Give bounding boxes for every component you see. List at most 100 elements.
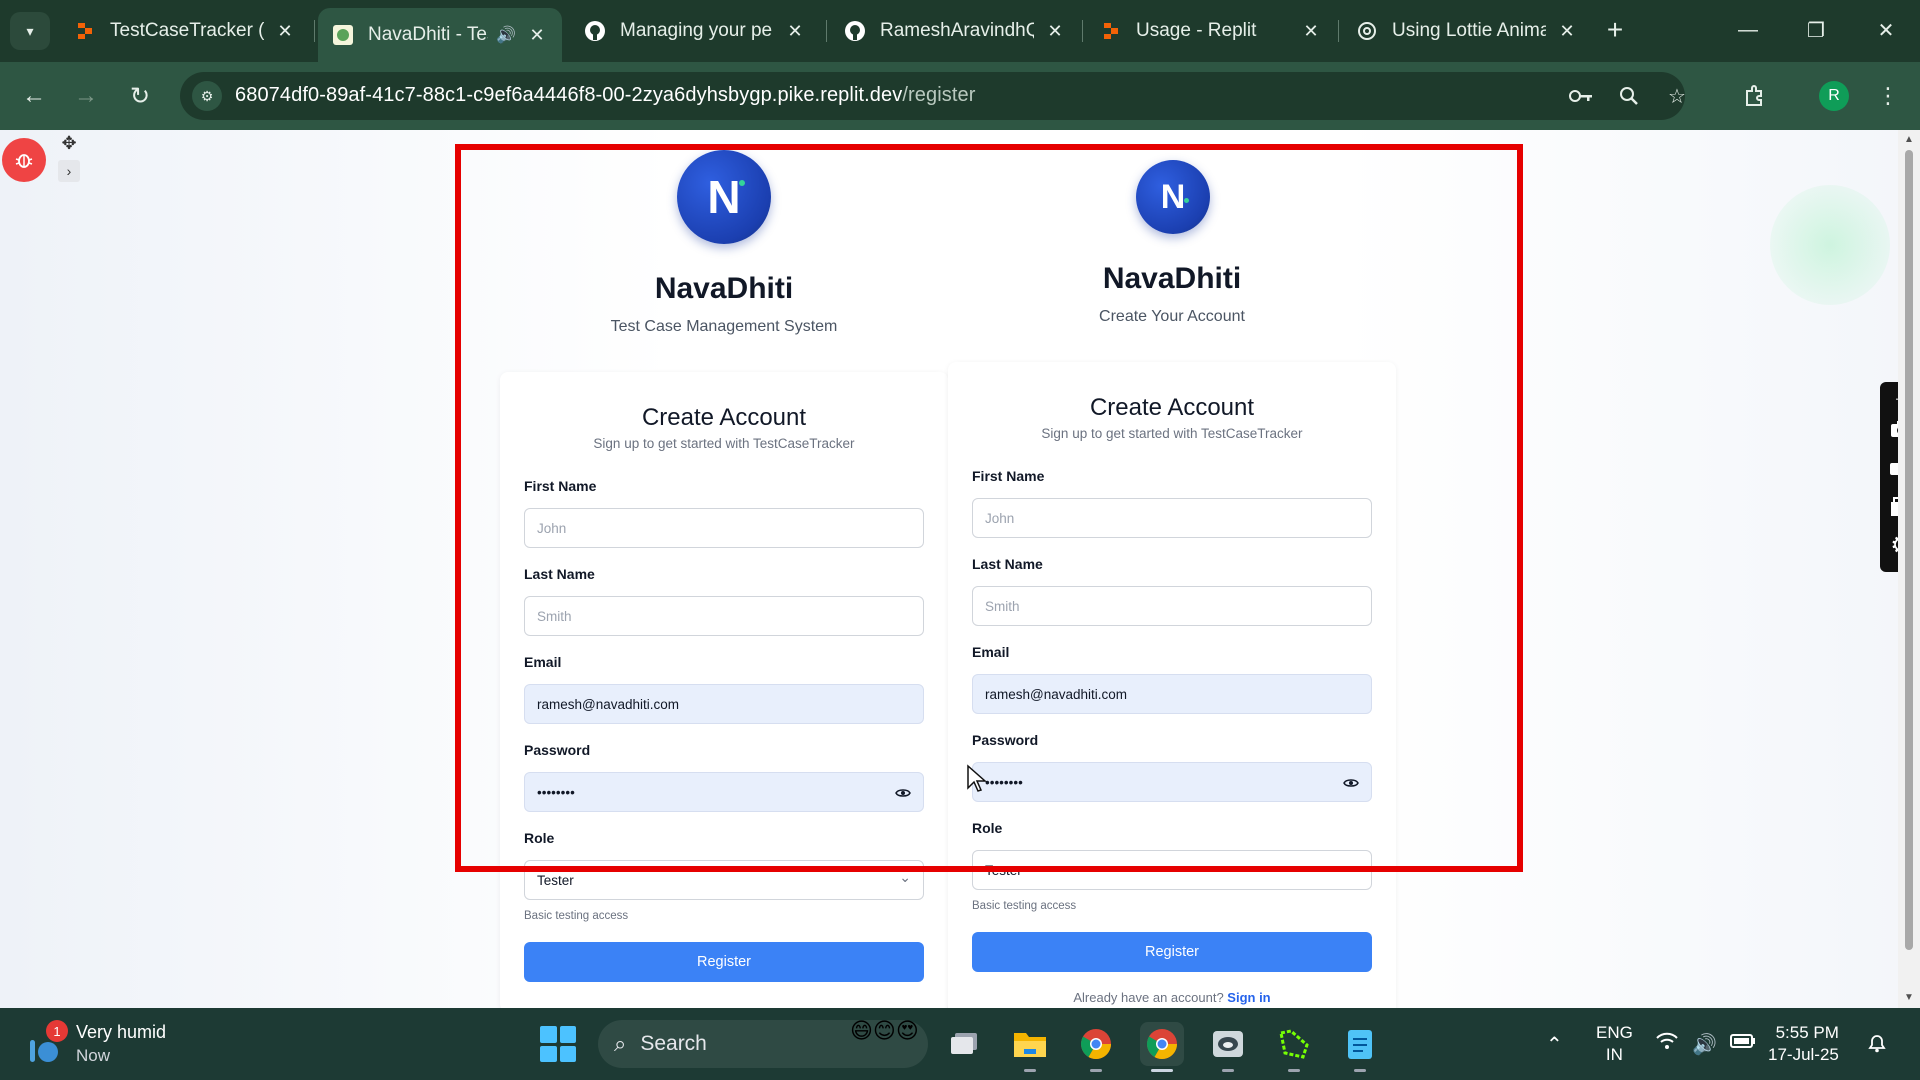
password-input[interactable]: ••••••••: [972, 762, 1372, 802]
close-icon[interactable]: ✕: [274, 21, 296, 42]
scrollbar[interactable]: ▲ ▼: [1898, 130, 1920, 1008]
register-button[interactable]: Register: [972, 932, 1372, 972]
card-title: Create Account: [1089, 394, 1255, 421]
tab-lottie[interactable]: Using Lottie Anima ✕: [1342, 8, 1592, 54]
password-value: ••••••••: [985, 774, 1023, 790]
zoom-icon[interactable]: [1614, 81, 1644, 111]
task-view-icon[interactable]: [942, 1022, 986, 1066]
last-name-input[interactable]: Smith: [524, 596, 924, 636]
clock-date: 17-Jul-25: [1768, 1045, 1839, 1064]
register-button[interactable]: Register: [524, 942, 924, 982]
speaker-icon[interactable]: 🔊: [496, 25, 516, 45]
email-input[interactable]: ramesh@navadhiti.com: [524, 684, 924, 724]
card-subtitle: Sign up to get started with TestCaseTrac…: [1041, 426, 1303, 441]
new-tab-button[interactable]: +: [1597, 12, 1633, 48]
chrome-icon[interactable]: [1074, 1022, 1118, 1072]
eye-icon[interactable]: [893, 783, 913, 803]
password-input[interactable]: ••••••••: [524, 772, 924, 812]
role-label: Role: [524, 830, 555, 846]
email-input[interactable]: ramesh@navadhiti.com: [972, 674, 1372, 714]
navadhiti-logo: N: [677, 150, 771, 244]
last-name-input[interactable]: Smith: [972, 586, 1372, 626]
profile-avatar[interactable]: R: [1819, 81, 1849, 111]
weather-title[interactable]: Very humid: [76, 1022, 166, 1043]
role-select[interactable]: Tester ⌄: [524, 860, 924, 900]
first-name-input[interactable]: John: [524, 508, 924, 548]
tab-testcasetracker[interactable]: TestCaseTracker (4) ✕: [60, 8, 310, 54]
lang-code: ENG: [1596, 1023, 1633, 1042]
brand-tagline: Create Your Account: [1099, 308, 1245, 325]
running-indicator: [1024, 1069, 1036, 1072]
register-card: Create Account Sign up to get started wi…: [948, 362, 1396, 1008]
windows-start-icon[interactable]: [540, 1026, 576, 1062]
password-value: ••••••••: [537, 784, 575, 800]
role-select[interactable]: Tester ⌄: [972, 850, 1372, 890]
signin-link[interactable]: Sign in: [1227, 990, 1270, 1005]
url-text[interactable]: 68074df0-89af-41c7-88c1-c9ef6a4446f8-00-…: [235, 84, 976, 107]
forward-button[interactable]: →: [66, 76, 106, 116]
reload-button[interactable]: ↻: [120, 76, 160, 116]
back-button[interactable]: ←: [14, 76, 54, 116]
language-indicator[interactable]: ENG IN: [1596, 1022, 1633, 1066]
role-hint: Basic testing access: [524, 910, 629, 922]
running-indicator: [1288, 1069, 1300, 1072]
brand-name: NavaDhiti: [654, 272, 794, 305]
chrome-profile-icon[interactable]: [1140, 1022, 1184, 1072]
first-name-input[interactable]: John: [972, 498, 1372, 538]
chevron-up-icon[interactable]: ⌃: [1546, 1032, 1563, 1057]
tab-navadhiti[interactable]: NavaDhiti - Test 🔊 ✕: [318, 8, 562, 62]
logo-dot: [1184, 198, 1189, 203]
tab-replit-usage[interactable]: Usage - Replit ✕: [1086, 8, 1336, 54]
close-icon[interactable]: ✕: [526, 25, 548, 46]
scroll-thumb[interactable]: [1905, 150, 1913, 950]
close-icon[interactable]: ✕: [784, 21, 806, 42]
replit-icon: [74, 20, 96, 42]
address-bar[interactable]: ⚙ 68074df0-89af-41c7-88c1-c9ef6a4446f8-0…: [180, 72, 1686, 120]
close-window-button[interactable]: ✕: [1864, 10, 1908, 50]
tab-title: Usage - Replit: [1136, 20, 1257, 41]
close-icon[interactable]: ✕: [1044, 21, 1066, 42]
last-name-label: Last Name: [972, 556, 1043, 572]
extensions-icon[interactable]: [1734, 76, 1774, 116]
site-info-icon[interactable]: ⚙: [192, 81, 222, 111]
close-icon[interactable]: ✕: [1556, 21, 1578, 42]
role-label: Role: [972, 820, 1003, 836]
card-title: Create Account: [641, 404, 807, 431]
notification-center-icon[interactable]: [1866, 1032, 1888, 1060]
clock-time: 5:55 PM: [1775, 1023, 1839, 1042]
scroll-up-arrow[interactable]: ▲: [1903, 134, 1915, 146]
file-explorer-icon[interactable]: [1008, 1022, 1052, 1072]
bug-report-icon[interactable]: [2, 138, 46, 182]
app-mascot-icon[interactable]: [1206, 1022, 1250, 1072]
password-label: Password: [972, 732, 1039, 748]
move-icon[interactable]: ✥: [58, 132, 80, 154]
password-key-icon[interactable]: [1566, 81, 1596, 111]
notepad-icon[interactable]: [1338, 1022, 1382, 1072]
chevron-right-icon[interactable]: ›: [58, 160, 80, 182]
tab-github-managing[interactable]: Managing your pe ✕: [570, 8, 820, 54]
scroll-down-arrow[interactable]: ▼: [1903, 992, 1915, 1004]
github-icon: [584, 20, 606, 42]
battery-icon[interactable]: [1730, 1032, 1756, 1055]
system-clock[interactable]: 5:55 PM 17-Jul-25: [1768, 1022, 1839, 1066]
tab-title: Managing your pe: [620, 20, 773, 41]
navadhiti-logo: N: [1136, 160, 1210, 234]
menu-dots-icon[interactable]: ⋮: [1868, 76, 1908, 116]
page-viewport: ✥ › N NavaDhiti Test Case Management Sys…: [0, 130, 1920, 1008]
close-icon[interactable]: ✕: [1300, 21, 1322, 42]
running-indicator: [1354, 1069, 1366, 1072]
logo-dot: [739, 180, 745, 186]
volume-icon[interactable]: 🔊: [1692, 1032, 1717, 1057]
search-label: Search: [640, 1032, 707, 1055]
tab-separator: [314, 20, 315, 42]
logo-letter: N: [1160, 177, 1186, 216]
tab-github-repo[interactable]: RameshAravindhQ ✕: [830, 8, 1080, 54]
running-indicator: [1151, 1069, 1173, 1072]
bookmark-star-icon[interactable]: ☆: [1662, 81, 1692, 111]
wifi-icon[interactable]: [1656, 1032, 1678, 1056]
eye-icon[interactable]: [1341, 773, 1361, 793]
restore-button[interactable]: ❐: [1794, 10, 1838, 50]
tab-search-button[interactable]: ▾: [10, 12, 50, 50]
snipping-tool-icon[interactable]: [1272, 1022, 1316, 1072]
minimize-button[interactable]: —: [1726, 10, 1770, 50]
